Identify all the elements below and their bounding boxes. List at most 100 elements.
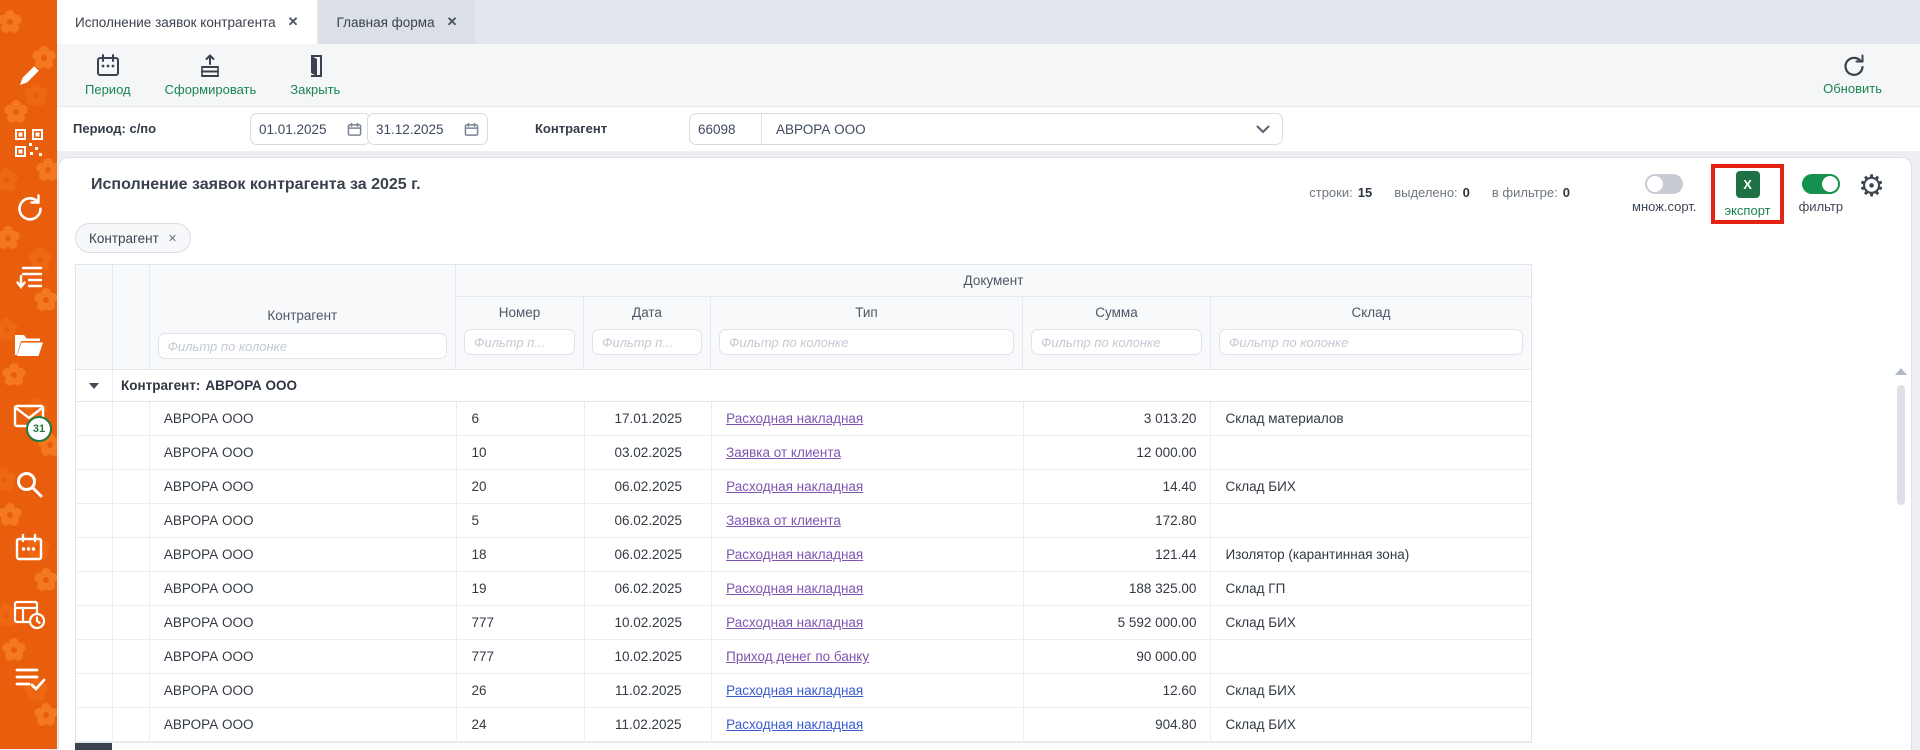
vertical-scrollbar[interactable]	[1895, 368, 1907, 750]
document-type-link[interactable]: Расходная накладная	[726, 479, 863, 494]
date-to-field[interactable]: 31.12.2025	[367, 113, 488, 145]
number-cell: 20	[457, 470, 585, 503]
table-row[interactable]: АВРОРА ООО 777 10.02.2025 Приход денег п…	[76, 640, 1531, 674]
group-row[interactable]: Контрагент:АВРОРА ООО	[75, 370, 1532, 402]
print-form-icon[interactable]	[0, 262, 57, 294]
search-icon[interactable]	[0, 468, 57, 500]
selector-cell[interactable]	[113, 708, 150, 741]
date-column-header[interactable]: Дата	[584, 297, 711, 369]
folder-icon[interactable]	[0, 330, 57, 360]
scrollbar-thumb[interactable]	[1897, 385, 1905, 505]
column-label[interactable]: Тип	[711, 297, 1022, 327]
chip-close-icon[interactable]: ✕	[168, 232, 177, 245]
type-column-header[interactable]: Тип	[711, 297, 1023, 369]
selector-cell[interactable]	[113, 538, 150, 571]
table-row[interactable]: АВРОРА ООО 18 06.02.2025 Расходная накла…	[76, 538, 1531, 572]
sum-column-header[interactable]: Сумма	[1023, 297, 1211, 369]
document-type-link[interactable]: Расходная накладная	[726, 547, 863, 562]
calendar-icon[interactable]	[464, 122, 479, 137]
type-cell: Расходная накладная	[712, 402, 1024, 435]
period-button[interactable]: Период	[73, 51, 143, 99]
table-row[interactable]: АВРОРА ООО 19 06.02.2025 Расходная накла…	[76, 572, 1531, 606]
pencil-icon[interactable]	[0, 60, 57, 92]
gear-icon[interactable]: ⚙	[1858, 172, 1885, 202]
filter-toggle[interactable]	[1802, 174, 1840, 194]
refresh-button[interactable]: Обновить	[1811, 50, 1894, 98]
column-label[interactable]: Контрагент	[150, 299, 455, 331]
close-button[interactable]: Закрыть	[278, 51, 352, 99]
contractor-code[interactable]: 66098	[690, 114, 762, 144]
multisort-control[interactable]: множ.сорт.	[1632, 174, 1696, 214]
column-label[interactable]: Дата	[584, 297, 710, 327]
selector-cell[interactable]	[113, 640, 150, 673]
type-filter-input[interactable]	[719, 329, 1014, 355]
tab-main-form[interactable]: Главная форма ✕	[319, 0, 476, 44]
generate-button[interactable]: Сформировать	[153, 51, 269, 99]
number-column-header[interactable]: Номер	[456, 297, 584, 369]
mail-icon[interactable]: 31	[0, 402, 57, 430]
table-body: АВРОРА ООО 6 17.01.2025 Расходная наклад…	[75, 402, 1532, 743]
table-row[interactable]: АВРОРА ООО 6 17.01.2025 Расходная наклад…	[76, 402, 1531, 436]
document-type-link[interactable]: Расходная накладная	[726, 683, 863, 698]
selector-cell[interactable]	[113, 470, 150, 503]
contractor-combobox[interactable]: 66098 АВРОРА ООО	[689, 113, 1283, 145]
document-type-link[interactable]: Заявка от клиента	[726, 445, 841, 460]
contractor-grouping-chip[interactable]: Контрагент ✕	[75, 223, 191, 253]
multisort-toggle[interactable]	[1645, 174, 1683, 194]
contractor-column-header[interactable]: Контрагент	[150, 265, 456, 369]
collapse-group-button[interactable]	[76, 370, 113, 401]
selector-cell[interactable]	[113, 436, 150, 469]
calendar-icon	[95, 53, 121, 79]
sum-cell: 904.80	[1024, 708, 1212, 741]
tab-execution-of-requests[interactable]: Исполнение заявок контрагента ✕	[57, 0, 317, 44]
date-cell: 10.02.2025	[585, 640, 712, 673]
excel-icon[interactable]: X	[1736, 171, 1760, 198]
table-row[interactable]: АВРОРА ООО 24 11.02.2025 Расходная накла…	[76, 708, 1531, 742]
table-row[interactable]: АВРОРА ООО 5 06.02.2025 Заявка от клиент…	[76, 504, 1531, 538]
tab-close-icon[interactable]: ✕	[288, 14, 299, 30]
number-cell: 26	[457, 674, 585, 707]
document-type-link[interactable]: Расходная накладная	[726, 411, 863, 426]
document-type-link[interactable]: Расходная накладная	[726, 717, 863, 732]
date-filter-input[interactable]	[592, 329, 702, 355]
sync-icon[interactable]	[0, 192, 57, 224]
date-from-field[interactable]: 01.01.2025	[250, 113, 371, 145]
calendar-icon[interactable]	[347, 122, 362, 137]
export-control[interactable]: X экспорт	[1724, 171, 1770, 218]
refresh-button-label: Обновить	[1823, 81, 1882, 96]
column-label[interactable]: Склад	[1211, 297, 1531, 327]
sum-filter-input[interactable]	[1031, 329, 1202, 355]
scroll-up-arrow-icon[interactable]	[1895, 368, 1907, 375]
selector-cell[interactable]	[113, 606, 150, 639]
table-row[interactable]: АВРОРА ООО 10 03.02.2025 Заявка от клиен…	[76, 436, 1531, 470]
table-row[interactable]: АВРОРА ООО 777 10.02.2025 Расходная накл…	[76, 606, 1531, 640]
calendar-icon[interactable]	[0, 532, 57, 564]
type-cell: Расходная накладная	[712, 708, 1024, 741]
contractor-cell: АВРОРА ООО	[150, 640, 458, 673]
tab-close-icon[interactable]: ✕	[447, 14, 458, 30]
document-type-link[interactable]: Заявка от клиента	[726, 513, 841, 528]
warehouse-column-header[interactable]: Склад	[1211, 297, 1531, 369]
selector-cell[interactable]	[113, 572, 150, 605]
selector-cell[interactable]	[113, 504, 150, 537]
column-label[interactable]: Номер	[456, 297, 583, 327]
qr-code-icon[interactable]	[0, 127, 57, 159]
schedule-icon[interactable]	[0, 598, 57, 630]
table-row[interactable]: АВРОРА ООО 20 06.02.2025 Расходная накла…	[76, 470, 1531, 504]
document-type-link[interactable]: Расходная накладная	[726, 581, 863, 596]
document-type-link[interactable]: Расходная накладная	[726, 615, 863, 630]
number-filter-input[interactable]	[464, 329, 575, 355]
chevron-down-icon[interactable]	[1256, 125, 1270, 134]
warehouse-filter-input[interactable]	[1219, 329, 1523, 355]
table-row[interactable]: АВРОРА ООО 26 11.02.2025 Расходная накла…	[76, 674, 1531, 708]
tasks-icon[interactable]	[0, 662, 57, 694]
document-type-link[interactable]: Приход денег по банку	[726, 649, 869, 664]
filter-control[interactable]: фильтр	[1799, 174, 1843, 214]
expand-cell	[76, 640, 113, 673]
selector-cell[interactable]	[113, 402, 150, 435]
contractor-filter-input[interactable]	[158, 333, 447, 359]
column-label[interactable]: Сумма	[1023, 297, 1210, 327]
type-cell: Расходная накладная	[712, 538, 1024, 571]
warehouse-cell: Изолятор (карантинная зона)	[1211, 538, 1531, 571]
selector-cell[interactable]	[113, 674, 150, 707]
